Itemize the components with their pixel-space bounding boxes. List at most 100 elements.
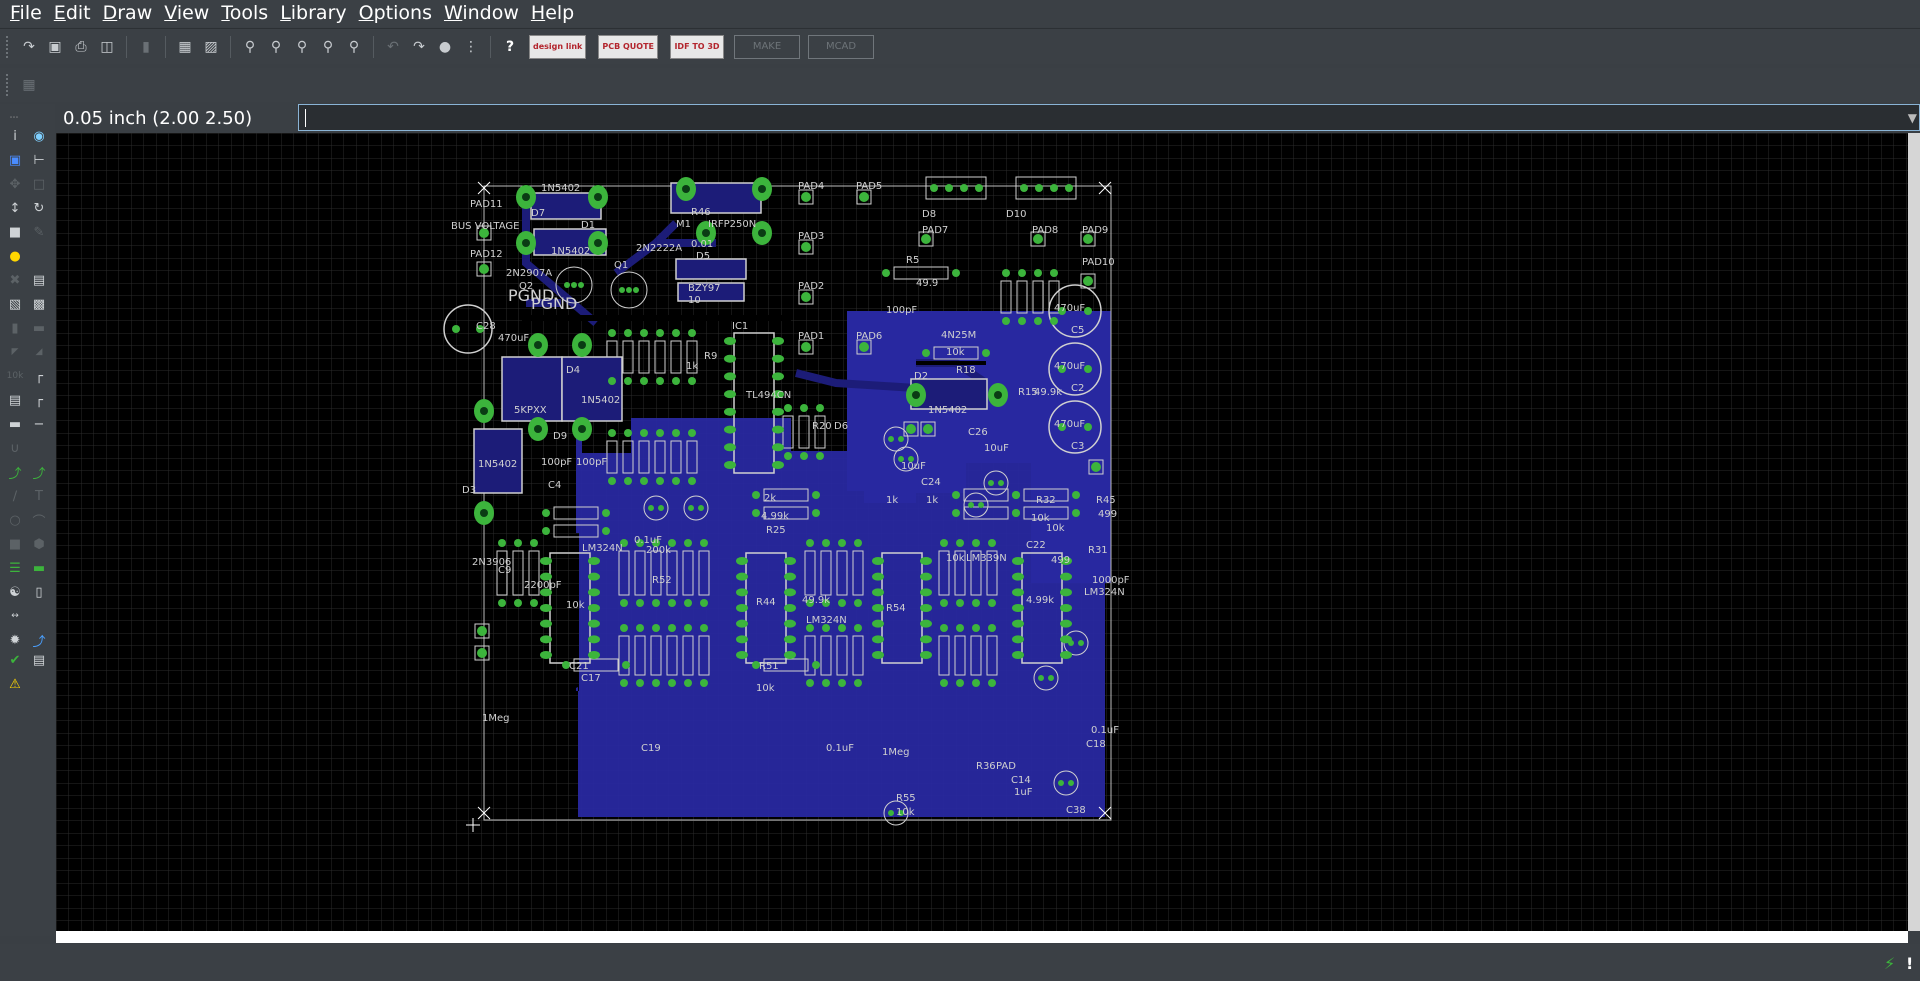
zoom-out-icon[interactable]: ⚲: [291, 36, 313, 58]
zoom-fit-icon[interactable]: ⚲: [239, 36, 261, 58]
autoroute-icon[interactable]: ⤴: [29, 462, 49, 482]
zoom-select-icon[interactable]: ⚲: [343, 36, 365, 58]
add-icon[interactable]: ▤: [29, 270, 49, 290]
lock-icon[interactable]: ▮: [5, 318, 25, 338]
schematic-icon[interactable]: ▦: [174, 36, 196, 58]
command-input[interactable]: ▼: [298, 104, 1920, 131]
help-icon[interactable]: ?: [499, 36, 521, 58]
rect-icon[interactable]: ■: [5, 534, 25, 554]
pad: [700, 599, 708, 607]
silkscreen-label: R5: [906, 255, 919, 266]
pad: [888, 810, 894, 816]
menu-edit[interactable]: Edit: [50, 0, 99, 27]
board-canvas[interactable]: 1N5402 D7 D1 1N5402 BUS VOLTAGE PAD11 PAD12 2N2…: [56, 133, 1908, 931]
change-icon[interactable]: ✎: [29, 222, 49, 242]
wire-icon[interactable]: ┌: [29, 390, 49, 410]
via-icon[interactable]: ☰: [5, 558, 25, 578]
silkscreen-label: BUS VOLTAGE: [451, 221, 520, 232]
menu-tools[interactable]: Tools: [217, 0, 276, 27]
warning-icon[interactable]: ⚠: [5, 674, 25, 694]
lightning-icon[interactable]: ⚡: [1884, 954, 1895, 973]
menu-draw[interactable]: Draw: [99, 0, 161, 27]
menu-help[interactable]: Help: [527, 0, 582, 27]
print-icon[interactable]: ⎙: [70, 36, 92, 58]
routing-icon[interactable]: ⤴: [29, 630, 49, 650]
ratsnest-icon[interactable]: ✹: [5, 630, 25, 650]
circle-icon[interactable]: −: [29, 414, 49, 434]
line-icon[interactable]: ∕: [5, 486, 25, 506]
menu-window[interactable]: Window: [440, 0, 527, 27]
menu-options[interactable]: Options: [355, 0, 440, 27]
ic-pad: [1060, 619, 1072, 628]
pcb-drawing[interactable]: 1N5402D7D11N5402BUS VOLTAGEPAD11PAD122N2…: [56, 133, 1908, 931]
dimension-icon[interactable]: ↔: [5, 606, 25, 626]
layer-icon[interactable]: ▣: [5, 150, 25, 170]
rotate-icon[interactable]: ↻: [29, 198, 49, 218]
toolbar-grip[interactable]: [6, 35, 10, 58]
optimize-icon[interactable]: 10k: [5, 366, 25, 386]
horizontal-scrollbar[interactable]: [56, 931, 1908, 943]
silkscreen-label: TL494CN: [745, 390, 791, 401]
undo-icon[interactable]: ↶: [382, 36, 404, 58]
zoom-redraw-icon[interactable]: ⚲: [317, 36, 339, 58]
delete-icon[interactable]: ✖: [5, 270, 25, 290]
alert-icon[interactable]: !: [1906, 954, 1913, 973]
board-icon[interactable]: ▨: [200, 36, 222, 58]
menu-view[interactable]: View: [160, 0, 217, 27]
bar-icon[interactable]: ▮: [135, 36, 157, 58]
cam-icon[interactable]: ◫: [96, 36, 118, 58]
redo-icon[interactable]: ↷: [408, 36, 430, 58]
silkscreen-label: 1N5402: [478, 459, 517, 470]
eye-icon[interactable]: ◉: [29, 126, 49, 146]
info-icon[interactable]: i: [5, 126, 25, 146]
grid-icon[interactable]: ▦: [18, 74, 40, 96]
signal-icon[interactable]: ⤴: [5, 462, 25, 482]
mark-icon[interactable]: ⊢: [29, 150, 49, 170]
vertical-scrollbar[interactable]: [1908, 133, 1920, 931]
route-icon[interactable]: ┌: [29, 366, 49, 386]
circle-draw-icon[interactable]: ○: [5, 510, 25, 530]
menu-file[interactable]: File: [6, 0, 50, 27]
arc-icon[interactable]: ∪: [5, 438, 25, 458]
ic-pad: [736, 619, 748, 628]
designlink-button[interactable]: design link: [529, 34, 587, 59]
split-icon[interactable]: ◢: [29, 342, 49, 362]
polygon-icon[interactable]: ⬢: [29, 534, 49, 554]
stop-icon[interactable]: ●: [434, 36, 456, 58]
pad: [956, 539, 964, 547]
ic-pad: [540, 619, 552, 628]
idf-to-3d-button[interactable]: IDF TO 3D: [670, 34, 725, 59]
paste-icon[interactable]: ●: [5, 246, 25, 266]
text-icon[interactable]: ▬: [5, 414, 25, 434]
hole-icon[interactable]: ☯: [5, 582, 25, 602]
label-icon[interactable]: T: [29, 486, 49, 506]
silkscreen-label: 100pF: [886, 305, 917, 316]
move-icon[interactable]: ✥: [5, 174, 25, 194]
pad-hole: [702, 229, 710, 237]
value-icon[interactable]: ▩: [29, 294, 49, 314]
open-icon[interactable]: ↷: [18, 36, 40, 58]
make-button[interactable]: MAKE: [734, 34, 801, 59]
zoom-in-icon[interactable]: ⚲: [265, 36, 287, 58]
mcad-button[interactable]: MCAD: [808, 34, 875, 59]
group-icon[interactable]: ■: [5, 222, 25, 242]
ripup-icon[interactable]: ▤: [5, 390, 25, 410]
name-icon[interactable]: ▧: [5, 294, 25, 314]
drc-icon[interactable]: ✔: [5, 650, 25, 670]
smash-icon[interactable]: ▬: [29, 318, 49, 338]
pcb-quote-button[interactable]: PCB QUOTE: [598, 34, 659, 59]
miter-icon[interactable]: ◤: [5, 342, 25, 362]
mirror-icon[interactable]: ↕: [5, 198, 25, 218]
arc-draw-icon[interactable]: ⌒: [29, 510, 49, 530]
go-icon[interactable]: ⋮: [460, 36, 482, 58]
chevron-down-icon[interactable]: ▼: [1908, 111, 1917, 125]
pad-icon[interactable]: ▬: [29, 558, 49, 578]
save-icon[interactable]: ▣: [44, 36, 66, 58]
pad: [652, 624, 660, 632]
attribute-icon[interactable]: ▯: [29, 582, 49, 602]
copy-icon[interactable]: □: [29, 174, 49, 194]
menu-library[interactable]: Library: [276, 0, 354, 27]
palette-grip[interactable]: ⋯: [4, 108, 24, 128]
errors-icon[interactable]: ▤: [29, 650, 49, 670]
toolbar-grip[interactable]: [6, 74, 10, 96]
